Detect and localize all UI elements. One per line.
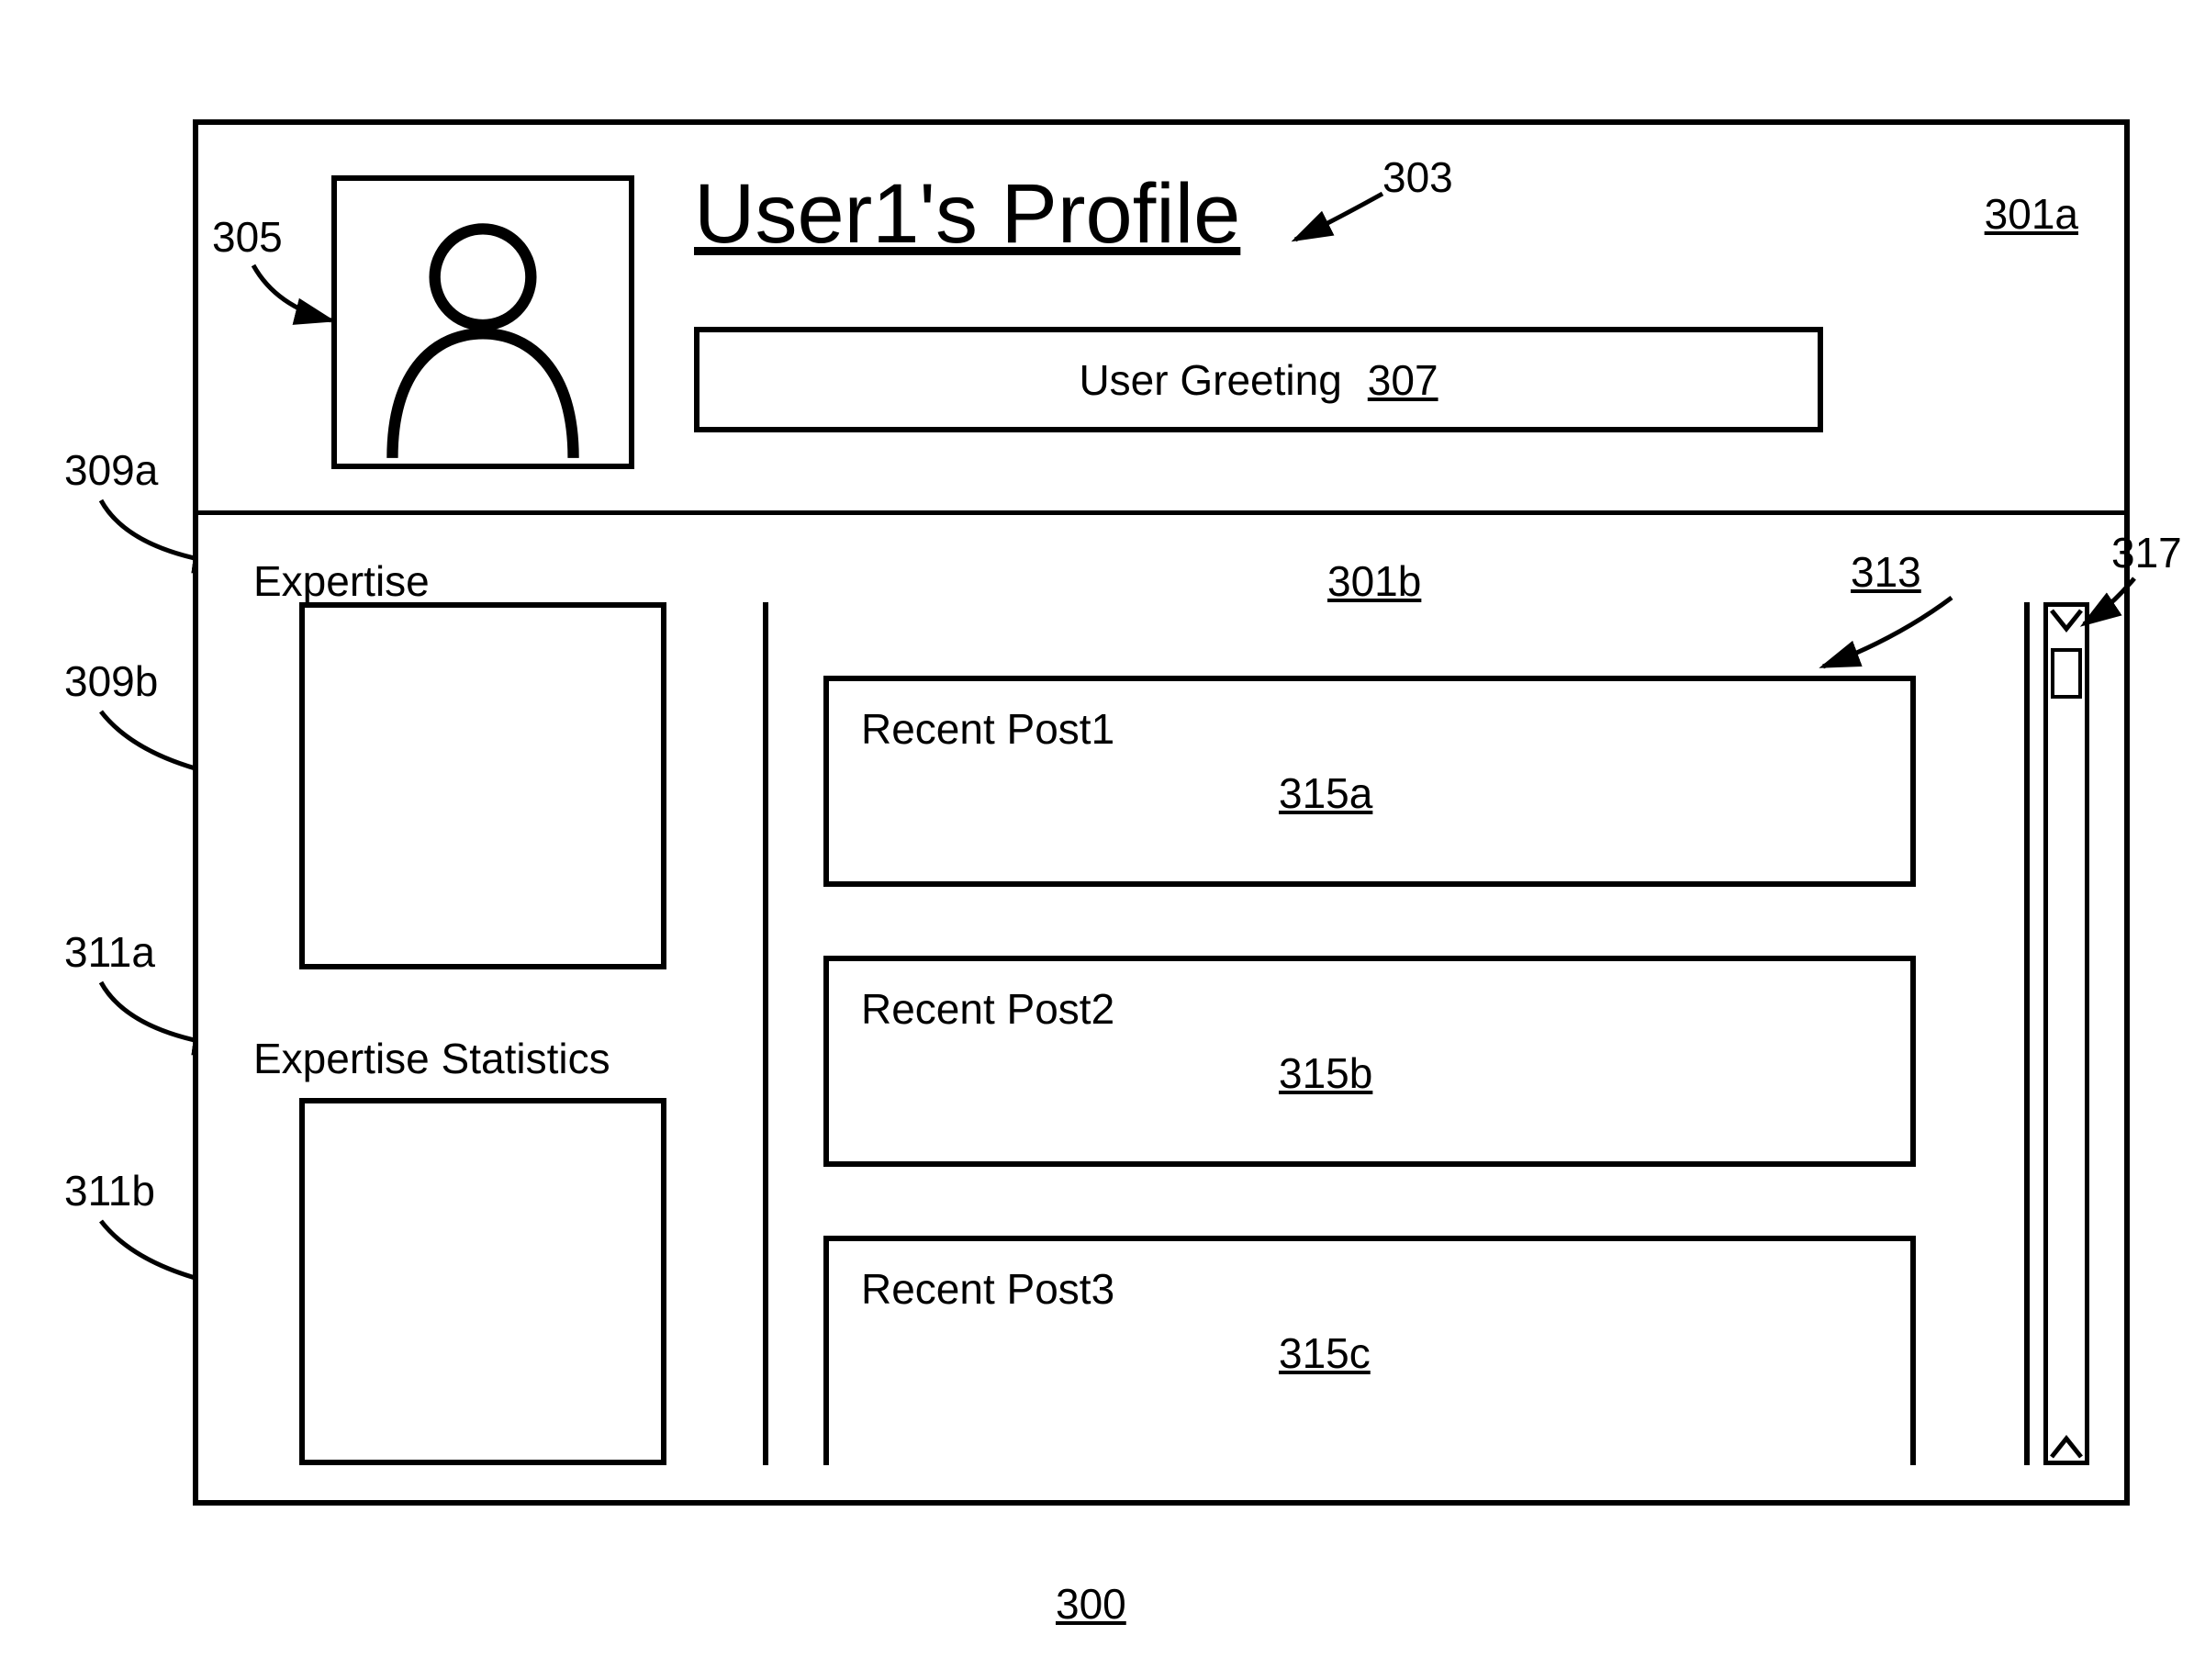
ref-311a: 311a (64, 927, 155, 977)
expertise-heading: Expertise (253, 556, 430, 606)
diagram-stage: 309a 309b 311a 311b User1's Profile 301a… (0, 0, 2205, 1680)
ref-309a: 309a (64, 445, 158, 495)
section-divider (198, 510, 2124, 515)
ref-313: 313 (1851, 547, 1921, 597)
ref-315b: 315b (1279, 1048, 1372, 1098)
ref-315a: 315a (1279, 768, 1372, 818)
expertise-stats-box (299, 1098, 666, 1465)
expertise-content-box (299, 602, 666, 969)
expertise-stats-heading: Expertise Statistics (253, 1034, 610, 1083)
figure-number: 300 (1056, 1579, 1126, 1629)
ref-303: 303 (1382, 152, 1453, 202)
scrollbar-thumb[interactable] (2051, 648, 2082, 699)
user-icon (337, 181, 629, 464)
recent-post-1[interactable]: Recent Post1 315a (823, 676, 1916, 887)
arrow-303 (1291, 189, 1392, 253)
user-greeting-text: User Greeting (1079, 355, 1341, 405)
activity-scrollbar[interactable] (2043, 602, 2089, 1465)
ref-315c: 315c (1279, 1328, 1371, 1378)
user-greeting-box: User Greeting 307 (694, 327, 1823, 432)
ref-305: 305 (212, 212, 283, 262)
profile-wireframe: User1's Profile 301a User Greeting 307 E… (193, 119, 2130, 1506)
ref-307: 307 (1368, 355, 1438, 405)
recent-post-3[interactable]: Recent Post3 315c (823, 1236, 1916, 1465)
arrow-313 (1814, 593, 1961, 676)
activity-history-panel: Recent Post1 315a Recent Post2 315b Rece… (763, 602, 2030, 1465)
avatar-placeholder (331, 175, 634, 469)
ref-309b: 309b (64, 656, 158, 706)
recent-post-1-title: Recent Post1 (861, 704, 1114, 754)
arrow-317 (2079, 574, 2143, 638)
ref-311b: 311b (64, 1166, 155, 1215)
page-title: User1's Profile (694, 166, 1240, 263)
ref-301b: 301b (1327, 556, 1421, 606)
arrow-305 (249, 261, 341, 334)
ref-301a: 301a (1985, 189, 2078, 239)
scrollbar-down-button[interactable] (2048, 1424, 2085, 1461)
ref-317: 317 (2111, 528, 2182, 577)
recent-post-2[interactable]: Recent Post2 315b (823, 956, 1916, 1167)
recent-post-3-title: Recent Post3 (861, 1264, 1114, 1314)
recent-post-2-title: Recent Post2 (861, 984, 1114, 1034)
